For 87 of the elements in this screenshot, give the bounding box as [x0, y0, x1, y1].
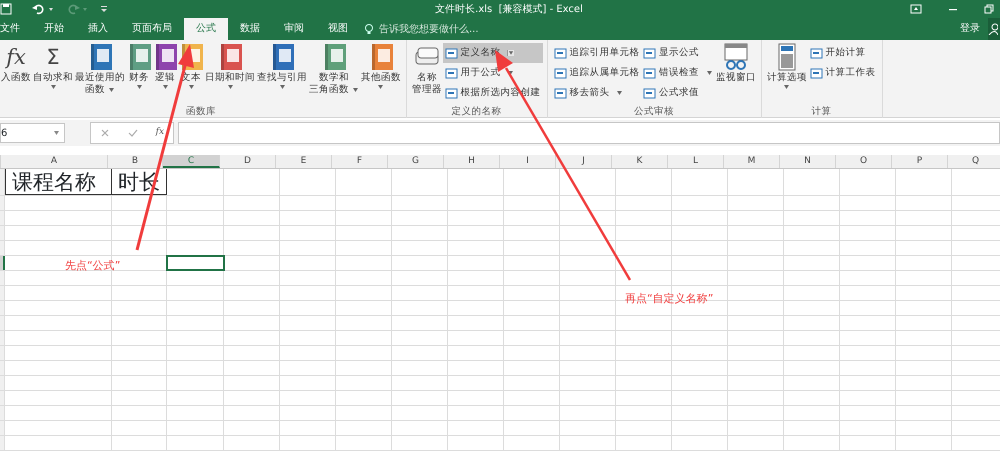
- group-label: 函数库: [184, 106, 217, 118]
- column-header[interactable]: H: [444, 155, 500, 168]
- name-tag-icon: [444, 46, 458, 60]
- person-icon[interactable]: [988, 23, 998, 35]
- caret-icon[interactable]: [507, 50, 514, 56]
- caret-icon[interactable]: [278, 84, 286, 90]
- caret-icon[interactable]: [108, 87, 115, 93]
- formula-input[interactable]: [178, 122, 1000, 144]
- caret-icon[interactable]: [226, 84, 234, 90]
- ribbon-tab[interactable]: 页面布局: [120, 18, 184, 40]
- caret-icon[interactable]: [352, 87, 359, 93]
- ribbon-tab[interactable]: 开始: [32, 18, 76, 40]
- ribbon-button[interactable]: 追踪从属单元格: [552, 63, 642, 83]
- column-header[interactable]: O: [836, 155, 892, 168]
- caret-icon[interactable]: [50, 84, 56, 90]
- column-header[interactable]: J: [556, 155, 612, 168]
- sign-in-link[interactable]: 登录: [948, 18, 988, 40]
- caret-icon[interactable]: [783, 84, 790, 90]
- column-header[interactable]: M: [724, 155, 780, 168]
- ribbon-tab[interactable]: 插入: [76, 18, 120, 40]
- ribbon-button[interactable]: 最近使用的 函数: [74, 42, 126, 106]
- column-header[interactable]: D: [220, 155, 276, 168]
- caret-icon[interactable]: [616, 90, 623, 96]
- caret-icon[interactable]: [162, 84, 168, 90]
- ribbon-display-icon[interactable]: [910, 4, 922, 14]
- ribbon-button[interactable]: 名称 管理器: [410, 42, 443, 106]
- ribbon-button[interactable]: 逻辑: [152, 42, 178, 106]
- column-header[interactable]: P: [892, 155, 948, 168]
- group-label: 计算: [810, 106, 833, 118]
- caret-icon[interactable]: [188, 84, 194, 90]
- ribbon-button[interactable]: fx 入函数: [0, 42, 32, 106]
- ribbon-button[interactable]: 数学和 三角函数: [308, 42, 360, 106]
- caret-icon[interactable]: [136, 84, 142, 90]
- column-header[interactable]: E: [276, 155, 332, 168]
- column-header[interactable]: F: [332, 155, 388, 168]
- ribbon-tab[interactable]: 审阅: [272, 18, 316, 40]
- ribbon-button[interactable]: 监视窗口: [714, 42, 757, 106]
- function-icon: fx: [6, 42, 26, 72]
- group-label: 定义的名称: [450, 106, 503, 118]
- annotation-text: 再点“自定义名称”: [625, 291, 714, 307]
- ribbon-button[interactable]: 开始计算: [808, 43, 878, 63]
- caret-icon[interactable]: [377, 84, 384, 90]
- sigma-icon: Σ: [46, 42, 60, 72]
- row-header[interactable]: [0, 256, 5, 270]
- column-header[interactable]: G: [388, 155, 444, 168]
- restore-icon[interactable]: [984, 4, 994, 14]
- check-icon[interactable]: [128, 128, 138, 138]
- ribbon-button[interactable]: 查找与引用: [256, 42, 308, 106]
- tell-me-field[interactable]: 告诉我您想要做什么...: [377, 20, 517, 38]
- ribbon-button[interactable]: 显示公式: [641, 43, 715, 63]
- ribbon-button[interactable]: 计算选项: [766, 42, 808, 106]
- column-header[interactable]: K: [612, 155, 668, 168]
- ribbon-button[interactable]: 移去箭头: [552, 83, 642, 103]
- save-icon[interactable]: [0, 3, 12, 15]
- annotation-text: 先点“公式”: [65, 258, 120, 274]
- ribbon-button[interactable]: 财务: [126, 42, 152, 106]
- redo-icon: [66, 3, 80, 15]
- ribbon-button[interactable]: 错误检查: [641, 63, 715, 83]
- caret-icon[interactable]: [507, 70, 514, 76]
- column-header[interactable]: Q: [948, 155, 1000, 168]
- ribbon-button[interactable]: 计算工作表: [808, 63, 878, 83]
- ribbon-button[interactable]: 追踪引用单元格: [552, 43, 642, 63]
- column-header[interactable]: L: [668, 155, 724, 168]
- undo-icon[interactable]: [32, 3, 46, 15]
- ribbon-tab[interactable]: 公式: [184, 18, 228, 40]
- selected-cell[interactable]: [167, 256, 224, 270]
- column-header[interactable]: A: [1, 155, 108, 168]
- ribbon-button[interactable]: 公式求值: [641, 83, 715, 103]
- ribbon-tab[interactable]: 文件: [0, 18, 32, 40]
- caret-icon[interactable]: [53, 130, 60, 136]
- window-title: 文件时长.xls [兼容模式] - Excel: [435, 4, 583, 15]
- table-cell: 课程名称: [5, 169, 112, 195]
- column-header[interactable]: I: [500, 155, 556, 168]
- insert-function-button[interactable]: fx: [156, 126, 164, 140]
- cancel-icon[interactable]: [100, 128, 110, 138]
- ribbon-tab[interactable]: 数据: [228, 18, 272, 40]
- group-label: 公式审核: [633, 106, 676, 118]
- column-header[interactable]: C: [163, 155, 220, 168]
- column-header[interactable]: N: [780, 155, 836, 168]
- ribbon-button[interactable]: Σ 自动求和: [32, 42, 74, 106]
- ribbon-button[interactable]: 其他函数: [360, 42, 402, 106]
- ribbon-tab[interactable]: 视图: [316, 18, 360, 40]
- name-box[interactable]: 6: [0, 123, 65, 143]
- ribbon-button[interactable]: 日期和时间: [204, 42, 256, 106]
- lightbulb-icon: [364, 23, 374, 35]
- caret-icon[interactable]: [706, 70, 713, 76]
- customize-icon[interactable]: [100, 3, 108, 15]
